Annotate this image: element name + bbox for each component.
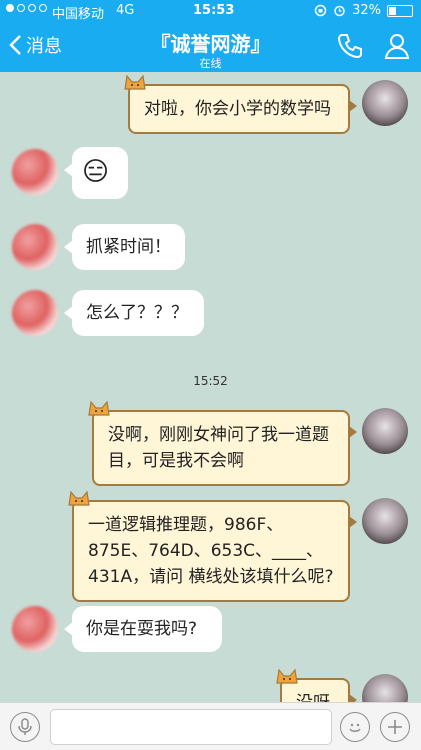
cat-decoration-icon xyxy=(124,74,146,90)
message-text: 一道逻辑推理题，986F、875E、764D、653C、____、431A，请问… xyxy=(88,515,334,587)
cat-decoration-icon xyxy=(68,490,90,506)
carrier-name: 中国移动 xyxy=(52,7,105,22)
top-bar: 中国移动 4G 15:53 32% 消息 『诚誉网游』 在线 xyxy=(0,0,421,72)
my-avatar[interactable] xyxy=(362,498,408,544)
chat-area[interactable]: 对啦，你会小学的数学吗 😑 抓紧时间！ 怎么了？？？ 15:52 没啊，刚刚女神… xyxy=(0,72,421,702)
voice-button[interactable] xyxy=(10,712,40,742)
emoji-button[interactable] xyxy=(340,712,370,742)
message-text: 对啦，你会小学的数学吗 xyxy=(144,99,331,119)
message-bubble[interactable]: 没呀 xyxy=(276,668,357,702)
network-type: 4G xyxy=(116,3,135,18)
timestamp: 15:52 xyxy=(193,374,228,388)
alarm-icon xyxy=(334,5,345,17)
contact-avatar[interactable] xyxy=(12,290,58,336)
message-bubble[interactable]: 一道逻辑推理题，986F、875E、764D、653C、____、431A，请问… xyxy=(68,490,357,602)
message-bubble[interactable]: 😑 xyxy=(64,147,128,199)
my-avatar[interactable] xyxy=(362,408,408,454)
phone-icon[interactable] xyxy=(336,32,364,60)
message-bubble[interactable]: 对啦，你会小学的数学吗 xyxy=(124,74,357,134)
signal-strength-icon xyxy=(6,4,47,12)
contact-avatar[interactable] xyxy=(12,224,58,270)
battery-percent: 32% xyxy=(352,3,381,18)
message-text: 抓紧时间！ xyxy=(86,237,171,257)
smiley-icon xyxy=(349,723,361,732)
plus-icon xyxy=(388,720,402,734)
my-avatar[interactable] xyxy=(362,674,408,702)
message-text: 怎么了？？？ xyxy=(86,303,188,323)
my-avatar[interactable] xyxy=(362,80,408,126)
message-emoji: 😑 xyxy=(82,157,110,187)
status-time: 15:53 xyxy=(193,3,235,18)
profile-icon[interactable] xyxy=(383,32,411,60)
message-text: 你是在耍我吗? xyxy=(86,619,198,639)
more-button[interactable] xyxy=(380,712,410,742)
contact-avatar[interactable] xyxy=(12,606,58,652)
cat-decoration-icon xyxy=(88,400,110,416)
message-bubble[interactable]: 怎么了？？？ xyxy=(64,290,204,336)
input-bar xyxy=(0,702,421,750)
message-input[interactable] xyxy=(50,709,332,745)
microphone-icon xyxy=(18,718,32,735)
message-text: 没呀 xyxy=(296,693,330,702)
message-bubble[interactable]: 你是在耍我吗? xyxy=(64,606,222,652)
battery-icon xyxy=(387,4,413,17)
message-bubble[interactable]: 没啊，刚刚女神问了我一道题目，可是我不会啊 xyxy=(88,400,357,486)
nav-bar: 消息 『诚誉网游』 在线 xyxy=(0,22,421,72)
message-text: 没啊，刚刚女神问了我一道题目，可是我不会啊 xyxy=(108,425,329,471)
status-bar: 中国移动 4G 15:53 32% xyxy=(0,0,421,22)
contact-avatar[interactable] xyxy=(12,149,58,195)
orientation-lock-icon xyxy=(314,4,327,17)
cat-decoration-icon xyxy=(276,668,298,684)
message-bubble[interactable]: 抓紧时间！ xyxy=(64,224,185,270)
